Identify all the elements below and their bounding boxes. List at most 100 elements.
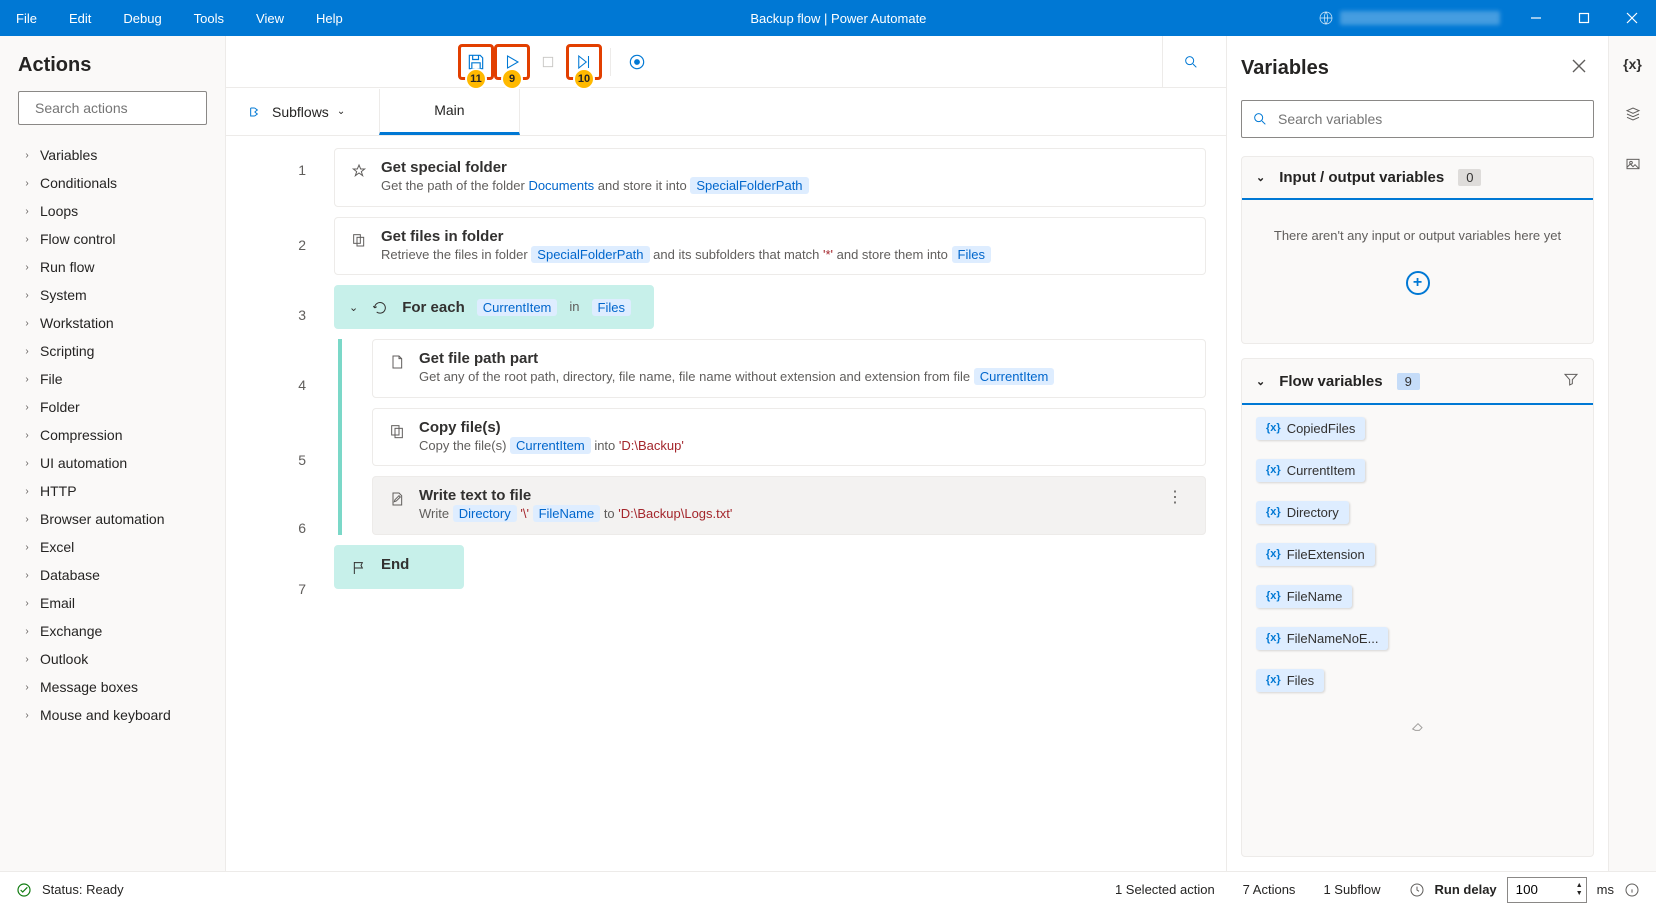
environment-icon <box>1318 10 1334 26</box>
run-delay-label: Run delay <box>1435 882 1497 897</box>
variables-search-input[interactable] <box>1278 111 1583 127</box>
var-directory[interactable]: {x}Directory <box>1256 497 1579 527</box>
menu-view[interactable]: View <box>240 0 300 36</box>
cat-http[interactable]: ›HTTP <box>0 477 225 505</box>
line-gutter: 1 2 3 4 5 6 7 <box>226 136 326 871</box>
run-button[interactable]: 9 <box>494 44 530 80</box>
step-get-files-in-folder[interactable]: Get files in folder Retrieve the files i… <box>334 217 1206 276</box>
cat-workstation[interactable]: ›Workstation <box>0 309 225 337</box>
step-copy-files[interactable]: Copy file(s) Copy the file(s) CurrentIte… <box>372 408 1206 467</box>
cat-folder[interactable]: ›Folder <box>0 393 225 421</box>
menu-help[interactable]: Help <box>300 0 359 36</box>
chevron-down-icon[interactable]: ⌄ <box>349 301 358 314</box>
actions-search-input[interactable] <box>35 100 216 116</box>
cat-loops[interactable]: ›Loops <box>0 197 225 225</box>
chevron-down-icon: ⌄ <box>1256 171 1265 184</box>
ms-label: ms <box>1597 882 1614 897</box>
record-button[interactable] <box>619 44 655 80</box>
cat-flow-control[interactable]: ›Flow control <box>0 225 225 253</box>
stop-button[interactable] <box>530 44 566 80</box>
actions-search[interactable] <box>18 91 207 125</box>
chevron-down-icon: ⌄ <box>1256 375 1265 388</box>
flow-variables-section: ⌄ Flow variables 9 {x}CopiedFiles {x}Cur… <box>1241 358 1594 857</box>
step-more-menu[interactable]: ⋮ <box>1159 487 1191 507</box>
cat-exchange[interactable]: ›Exchange <box>0 617 225 645</box>
run-delay-input[interactable] <box>1507 877 1587 903</box>
step-button[interactable]: 10 <box>566 44 602 80</box>
flag-icon <box>349 558 369 578</box>
clear-button[interactable] <box>1242 709 1593 746</box>
actions-sidebar: Actions ›Variables ›Conditionals ›Loops … <box>0 36 226 871</box>
close-panel-button[interactable] <box>1564 51 1594 86</box>
var-copiedfiles[interactable]: {x}CopiedFiles <box>1256 413 1579 443</box>
actions-categories[interactable]: ›Variables ›Conditionals ›Loops ›Flow co… <box>0 137 225 871</box>
cat-compression[interactable]: ›Compression <box>0 421 225 449</box>
save-button[interactable]: 11 <box>458 44 494 80</box>
cat-outlook[interactable]: ›Outlook <box>0 645 225 673</box>
cat-database[interactable]: ›Database <box>0 561 225 589</box>
subflows-dropdown[interactable]: Subflows ⌄ <box>240 104 353 120</box>
io-variables-section: ⌄ Input / output variables 0 There aren'… <box>1241 156 1594 344</box>
cat-system[interactable]: ›System <box>0 281 225 309</box>
flow-variables-list[interactable]: {x}CopiedFiles {x}CurrentItem {x}Directo… <box>1242 405 1593 709</box>
step-end[interactable]: End <box>334 545 464 589</box>
menu-file[interactable]: File <box>0 0 53 36</box>
cat-email[interactable]: ›Email <box>0 589 225 617</box>
search-icon <box>1252 111 1268 127</box>
cat-variables[interactable]: ›Variables <box>0 141 225 169</box>
annotation-bubble-11: 11 <box>465 68 487 90</box>
filter-button[interactable] <box>1563 371 1579 391</box>
cat-ui-automation[interactable]: ›UI automation <box>0 449 225 477</box>
flow-count-badge: 9 <box>1397 373 1420 390</box>
minimize-button[interactable] <box>1512 0 1560 36</box>
actions-heading: Actions <box>0 36 225 91</box>
environment-name-redacted <box>1340 11 1500 25</box>
variables-panel: Variables ⌄ Input / output variables 0 <box>1227 36 1608 871</box>
var-fileextension[interactable]: {x}FileExtension <box>1256 539 1579 569</box>
variables-heading: Variables <box>1241 57 1564 80</box>
menu-tools[interactable]: Tools <box>178 0 240 36</box>
io-variables-header[interactable]: ⌄ Input / output variables 0 <box>1242 157 1593 200</box>
cat-browser-automation[interactable]: ›Browser automation <box>0 505 225 533</box>
var-currentitem[interactable]: {x}CurrentItem <box>1256 455 1579 485</box>
clock-icon <box>1409 882 1425 898</box>
rail-ui-elements-button[interactable] <box>1619 100 1647 128</box>
info-icon[interactable] <box>1624 882 1640 898</box>
variables-search[interactable] <box>1241 100 1594 138</box>
step-get-special-folder[interactable]: Get special folder Get the path of the f… <box>334 148 1206 207</box>
maximize-button[interactable] <box>1560 0 1608 36</box>
var-filenamenoext[interactable]: {x}FileNameNoE... <box>1256 623 1579 653</box>
files-icon <box>349 230 369 250</box>
write-file-icon <box>387 489 407 509</box>
menu-edit[interactable]: Edit <box>53 0 107 36</box>
var-files[interactable]: {x}Files <box>1256 665 1579 695</box>
canvas-search-button[interactable] <box>1162 36 1218 87</box>
cat-conditionals[interactable]: ›Conditionals <box>0 169 225 197</box>
delay-spinner[interactable]: ▲▼ <box>1576 882 1583 897</box>
title-bar: File Edit Debug Tools View Help Backup f… <box>0 0 1656 36</box>
flow-canvas[interactable]: Get special folder Get the path of the f… <box>326 136 1226 871</box>
environment-badge[interactable] <box>1318 10 1500 26</box>
step-get-file-path-part[interactable]: Get file path part Get any of the root p… <box>372 339 1206 398</box>
cat-scripting[interactable]: ›Scripting <box>0 337 225 365</box>
cat-run-flow[interactable]: ›Run flow <box>0 253 225 281</box>
cat-message-boxes[interactable]: ›Message boxes <box>0 673 225 701</box>
rail-variables-button[interactable]: {x} <box>1619 50 1647 78</box>
star-icon <box>349 161 369 181</box>
cat-mouse-keyboard[interactable]: ›Mouse and keyboard <box>0 701 225 729</box>
tab-main[interactable]: Main <box>379 89 519 135</box>
step-write-text-to-file[interactable]: Write text to file Write Directory '\' F… <box>372 476 1206 535</box>
close-window-button[interactable] <box>1608 0 1656 36</box>
menu-debug[interactable]: Debug <box>107 0 177 36</box>
flow-variables-header[interactable]: ⌄ Flow variables 9 <box>1242 359 1593 405</box>
add-variable-button[interactable]: + <box>1406 271 1430 295</box>
var-filename[interactable]: {x}FileName <box>1256 581 1579 611</box>
status-bar: Status: Ready 1 Selected action 7 Action… <box>0 871 1656 907</box>
rail-images-button[interactable] <box>1619 150 1647 178</box>
io-empty-text: There aren't any input or output variabl… <box>1256 228 1579 243</box>
step-for-each[interactable]: ⌄ For each CurrentItem in Files <box>334 285 654 329</box>
copy-icon <box>387 421 407 441</box>
cat-file[interactable]: ›File <box>0 365 225 393</box>
tabs-row: Subflows ⌄ Main <box>226 88 1226 136</box>
cat-excel[interactable]: ›Excel <box>0 533 225 561</box>
